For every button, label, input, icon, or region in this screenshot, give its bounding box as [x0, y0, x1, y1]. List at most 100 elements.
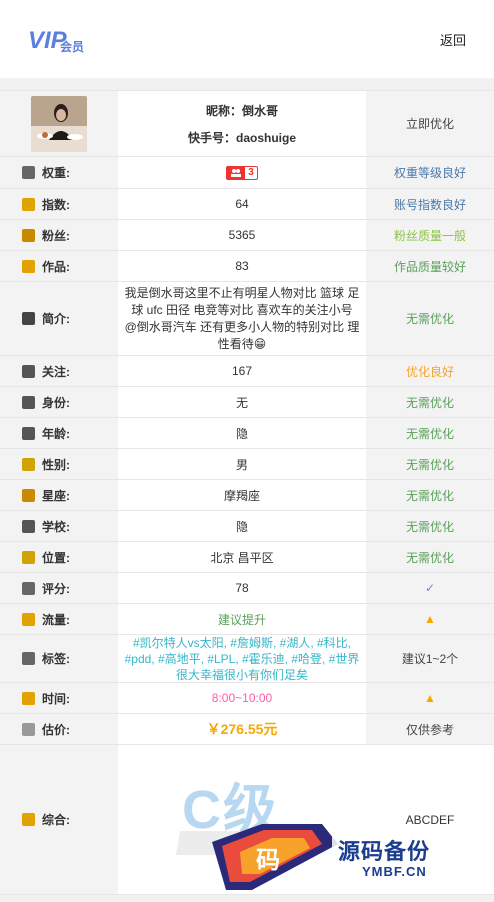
index-icon	[22, 197, 35, 211]
row-label-cell: 简介:	[0, 282, 118, 355]
profile-info: 昵称：倒水哥 快手号：daoshuige	[118, 91, 366, 156]
row-label: 位置:	[42, 550, 70, 565]
row-value: #凯尔特人vs太阳, #詹姆斯, #湖人, #科比, #pdd, #高地平, #…	[124, 635, 360, 682]
level-badge: 3	[226, 165, 258, 180]
age-icon	[22, 426, 35, 440]
row-label-cell: 身份:	[0, 387, 118, 417]
traffic-icon	[22, 612, 35, 626]
row-label-cell: 性别:	[0, 449, 118, 479]
row-status: ✓	[366, 573, 494, 603]
info-row: 估价: ￥276.55元 仅供参考	[0, 714, 494, 745]
works-icon	[22, 259, 35, 273]
kuaishou-line: 快手号：daoshuige	[188, 129, 296, 146]
row-label: 关注:	[42, 364, 70, 379]
avatar	[31, 95, 87, 152]
row-status: 无需优化	[366, 387, 494, 417]
row-status: 权重等级良好	[366, 157, 494, 188]
row-value: 北京 昌平区	[210, 550, 274, 565]
follow-icon	[22, 364, 35, 378]
row-value: 无	[235, 395, 248, 410]
price-icon	[22, 722, 35, 736]
tags-icon	[22, 652, 35, 665]
row-status: ▲	[366, 604, 494, 634]
level-badge-value: 3	[248, 166, 254, 178]
row-label: 星座:	[42, 488, 70, 503]
zodiac-icon	[22, 488, 35, 502]
weight-icon	[22, 166, 35, 179]
back-button[interactable]: 返回	[440, 30, 466, 49]
row-label: 指数:	[42, 197, 70, 212]
time-icon	[22, 691, 35, 705]
row-value: 摩羯座	[223, 488, 260, 503]
row-label: 估价:	[42, 722, 70, 737]
row-label: 时间:	[42, 691, 70, 706]
intro-icon	[22, 312, 35, 325]
row-status: 粉丝质量一般	[366, 220, 494, 250]
score-icon	[22, 581, 35, 595]
row-status: 作品质量较好	[366, 251, 494, 281]
info-row: 标签: #凯尔特人vs太阳, #詹姆斯, #湖人, #科比, #pdd, #高地平…	[0, 635, 494, 683]
row-label-cell: 评分:	[0, 573, 118, 603]
watermark-title: 源码备份	[338, 839, 431, 865]
row-label: 综合:	[42, 813, 70, 827]
info-row: 作品: 83 作品质量较好	[0, 251, 494, 282]
row-label-cell: 指数:	[0, 189, 118, 219]
info-row: 关注: 167 优化良好	[0, 356, 494, 387]
row-status: 无需优化	[366, 449, 494, 479]
level-badge-icon	[227, 166, 246, 179]
row-label: 作品:	[42, 259, 70, 274]
weight-badge: 3	[118, 157, 366, 188]
nickname-label: 昵称：	[205, 103, 242, 118]
row-label-cell: 作品:	[0, 251, 118, 281]
info-row: 权重: 3 权重等级良好	[0, 157, 494, 189]
row-value: 我是倒水哥这里不止有明星人物对比 篮球 足球 ufc 田径 电竞等对比 喜欢车的…	[124, 285, 360, 351]
row-value: 83	[235, 259, 249, 273]
identity-icon	[22, 395, 35, 409]
row-status: 无需优化	[366, 511, 494, 541]
row-label-cell: 标签:	[0, 635, 118, 682]
row-status: 账号指数良好	[366, 189, 494, 219]
row-value: 5365	[228, 228, 256, 242]
row-label-cell: 关注:	[0, 356, 118, 386]
gender-icon	[22, 457, 35, 471]
row-status: 无需优化	[366, 418, 494, 448]
row-label-cell: 权重:	[0, 157, 118, 188]
info-row: 粉丝: 5365 粉丝质量一般	[0, 220, 494, 251]
nickname-line: 昵称：倒水哥	[206, 102, 278, 119]
row-status: 建议1~2个	[366, 635, 494, 682]
row-label-cell: 综合:	[0, 745, 118, 894]
watermark-sub: YMBF.CN	[362, 864, 427, 879]
row-status: 仅供参考	[366, 714, 494, 744]
row-label: 年龄:	[42, 426, 70, 441]
info-row: 位置: 北京 昌平区 无需优化	[0, 542, 494, 573]
row-status: ▲	[366, 683, 494, 713]
svg-text:会员: 会员	[60, 39, 84, 54]
row-status: 无需优化	[366, 542, 494, 572]
row-value: 隐	[235, 519, 248, 534]
row-label: 粉丝:	[42, 228, 70, 243]
optimize-now-button[interactable]: 立即优化	[366, 91, 494, 156]
info-row: 简介: 我是倒水哥这里不止有明星人物对比 篮球 足球 ufc 田径 电竞等对比 喜…	[0, 282, 494, 356]
kuaishou-id-value: daoshuige	[236, 130, 297, 145]
row-label: 身份:	[42, 395, 70, 410]
row-label-cell: 年龄:	[0, 418, 118, 448]
row-value: ￥276.55元	[206, 721, 278, 737]
info-row: 时间: 8:00~10:00 ▲	[0, 683, 494, 714]
row-label-cell: 学校:	[0, 511, 118, 541]
row-value: 167	[231, 364, 253, 378]
row-label: 评分:	[42, 581, 70, 596]
avatar-cell	[0, 91, 118, 156]
kuaishou-label: 快手号：	[187, 130, 236, 145]
row-value: 隐	[235, 426, 248, 441]
row-value: 64	[235, 197, 249, 211]
row-value: 建议提升	[217, 612, 266, 627]
row-label-cell: 估价:	[0, 714, 118, 744]
row-label-cell: 位置:	[0, 542, 118, 572]
info-row: 年龄: 隐 无需优化	[0, 418, 494, 449]
overall-icon	[22, 813, 35, 826]
info-row: 性别: 男 无需优化	[0, 449, 494, 480]
account-info-table: 昵称：倒水哥 快手号：daoshuige 立即优化 权重: 3 权重等级良好指数: 6…	[0, 90, 494, 895]
header: VIP 会员 返回	[0, 0, 494, 78]
watermark-mark: 码	[256, 845, 280, 874]
row-label: 标签:	[42, 652, 70, 666]
